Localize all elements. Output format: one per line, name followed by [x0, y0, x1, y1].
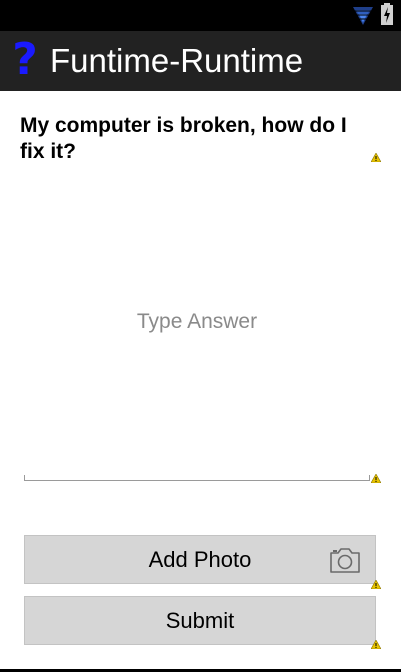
- answer-field[interactable]: Type Answer: [24, 170, 370, 481]
- app-title: Funtime-Runtime: [50, 42, 304, 79]
- battery-charging-icon: [381, 3, 393, 25]
- wifi-icon: [353, 7, 373, 25]
- warning-icon: [371, 474, 381, 483]
- add-photo-label: Add Photo: [148, 547, 252, 572]
- submit-button[interactable]: Submit: [24, 596, 376, 645]
- status-bar: [0, 0, 401, 31]
- warning-icon: [371, 640, 381, 649]
- question-mark-icon[interactable]: ?: [12, 37, 38, 83]
- add-photo-button[interactable]: Add Photo: [24, 535, 376, 584]
- answer-input[interactable]: [24, 170, 370, 475]
- action-bar: ? Funtime-Runtime: [0, 31, 401, 91]
- warning-icon: [371, 153, 381, 162]
- question-text: My computer is broken, how do I fix it?: [20, 114, 347, 163]
- camera-icon: [330, 548, 360, 573]
- warning-icon: [371, 580, 381, 589]
